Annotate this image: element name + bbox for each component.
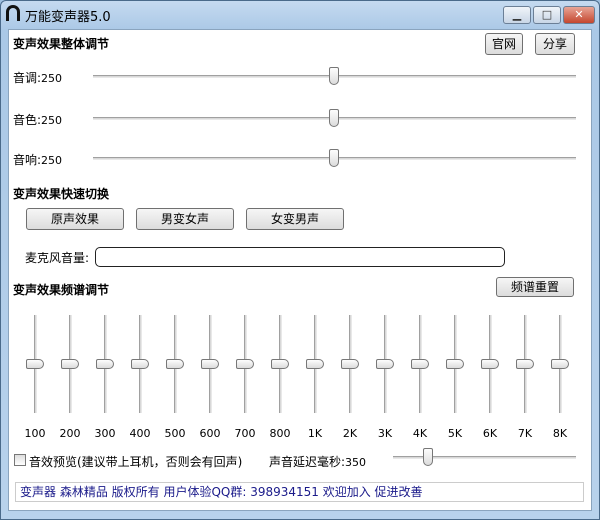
eq-band-label: 400 <box>129 427 151 440</box>
eq-band-label: 2K <box>342 427 358 440</box>
window-title: 万能变声器5.0 <box>25 10 111 25</box>
slider-value: 250 <box>41 154 63 167</box>
eq-band-thumb[interactable] <box>96 359 114 369</box>
delay-label-text: 声音延迟毫秒: <box>269 455 346 469</box>
eq-band-label: 800 <box>269 427 291 440</box>
eq-band-thumb[interactable] <box>341 359 359 369</box>
slider-thumb[interactable] <box>328 149 339 167</box>
official-site-button[interactable]: 官网 <box>485 33 523 55</box>
eq-band-thumb[interactable] <box>271 359 289 369</box>
slider-label: 音色:250 <box>13 111 62 128</box>
preview-label: 音效预览(建议带上耳机，否则会有回声) <box>29 455 243 469</box>
eq-band-thumb[interactable] <box>236 359 254 369</box>
eq-band-thumb[interactable] <box>166 359 184 369</box>
slider-thumb[interactable] <box>328 67 339 85</box>
delay-label: 声音延迟毫秒:350 <box>269 453 366 470</box>
title-bar: 万能变声器5.0 ▁ □ ✕ <box>1 1 599 28</box>
eq-reset-button[interactable]: 频谱重置 <box>496 277 574 297</box>
mic-volume-meter <box>95 247 505 267</box>
eq-band-label: 700 <box>234 427 256 440</box>
eq-band-label: 300 <box>94 427 116 440</box>
eq-band-label: 6K <box>482 427 498 440</box>
eq-band-label: 7K <box>517 427 533 440</box>
delay-value: 350 <box>345 456 367 469</box>
eq-band-label: 200 <box>59 427 81 440</box>
eq-band-thumb[interactable] <box>446 359 464 369</box>
eq-band-label: 3K <box>377 427 393 440</box>
slider-value: 250 <box>41 72 63 85</box>
eq-band-label: 100 <box>24 427 46 440</box>
headphones-icon <box>6 5 20 21</box>
eq-band-thumb[interactable] <box>481 359 499 369</box>
mic-volume-label: 麦克风音量: <box>25 251 90 265</box>
eq-band-thumb[interactable] <box>376 359 394 369</box>
main-panel: 变声效果整体调节 官网 分享 音调:250 音色:250 音响:250 变声效果… <box>8 29 592 511</box>
close-button[interactable]: ✕ <box>563 6 595 24</box>
eq-band-thumb[interactable] <box>201 359 219 369</box>
eq-band-label: 500 <box>164 427 186 440</box>
eq-heading: 变声效果频谱调节 <box>13 283 110 297</box>
eq-band-label: 600 <box>199 427 221 440</box>
eq-band-thumb[interactable] <box>306 359 324 369</box>
slider-label: 音响:250 <box>13 151 62 168</box>
maximize-button[interactable]: □ <box>533 6 561 24</box>
eq-band-label: 5K <box>447 427 463 440</box>
slider-label: 音调:250 <box>13 69 62 86</box>
quick-heading: 变声效果快速切换 <box>13 187 110 201</box>
eq-band-label: 4K <box>412 427 428 440</box>
eq-band-thumb[interactable] <box>411 359 429 369</box>
eq-band-thumb[interactable] <box>551 359 569 369</box>
eq-band-label: 1K <box>307 427 323 440</box>
eq-band-thumb[interactable] <box>26 359 44 369</box>
eq-band-thumb[interactable] <box>131 359 149 369</box>
slider-value: 250 <box>41 114 63 127</box>
slider-name: 音调: <box>13 71 42 85</box>
eq-band-label: 8K <box>552 427 568 440</box>
original-voice-button[interactable]: 原声效果 <box>26 208 124 230</box>
eq-band-thumb[interactable] <box>516 359 534 369</box>
male-to-female-button[interactable]: 男变女声 <box>136 208 234 230</box>
delay-slider-track[interactable] <box>393 456 576 459</box>
overall-heading: 变声效果整体调节 <box>13 37 110 51</box>
delay-slider-thumb[interactable] <box>422 448 433 466</box>
female-to-male-button[interactable]: 女变男声 <box>246 208 344 230</box>
minimize-button[interactable]: ▁ <box>503 6 531 24</box>
share-button[interactable]: 分享 <box>535 33 575 55</box>
slider-name: 音响: <box>13 153 42 167</box>
footer-info: 变声器 森林精品 版权所有 用户体验QQ群: 398934151 欢迎加入 促进… <box>15 482 584 502</box>
slider-thumb[interactable] <box>328 109 339 127</box>
preview-checkbox[interactable] <box>14 454 26 466</box>
slider-name: 音色: <box>13 113 42 127</box>
app-window: 万能变声器5.0 ▁ □ ✕ 变声效果整体调节 官网 分享 音调:250 音色:… <box>0 0 600 520</box>
eq-band-thumb[interactable] <box>61 359 79 369</box>
